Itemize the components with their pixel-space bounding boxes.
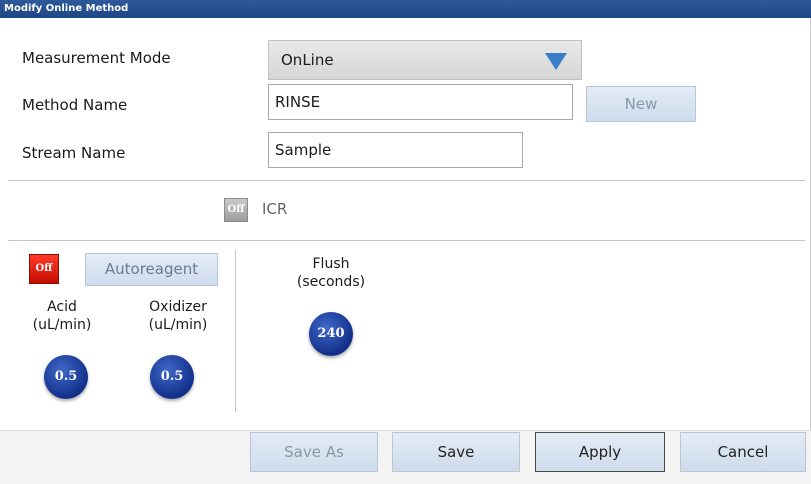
- stream-name-input[interactable]: Sample: [268, 132, 523, 168]
- apply-button[interactable]: Apply: [535, 432, 665, 472]
- icr-toggle[interactable]: Off: [224, 198, 248, 222]
- flush-label-line2: (seconds): [296, 274, 366, 290]
- method-name-input[interactable]: RINSE: [268, 84, 573, 120]
- new-button[interactable]: New: [586, 86, 696, 122]
- oxidizer-value-button[interactable]: 0.5: [150, 355, 194, 399]
- section-divider: [235, 250, 236, 412]
- icr-label: ICR: [262, 200, 288, 218]
- acid-label-line1: Acid: [47, 299, 77, 315]
- modify-online-method-window: Modify Online Method Measurement Mode On…: [0, 0, 811, 484]
- measurement-mode-dropdown[interactable]: OnLine: [268, 40, 582, 80]
- measurement-mode-value: OnLine: [281, 51, 334, 69]
- autoreagent-button[interactable]: Autoreagent: [85, 253, 218, 286]
- divider: [8, 240, 805, 241]
- stream-name-label: Stream Name: [22, 144, 126, 162]
- flush-value-button[interactable]: 240: [309, 312, 353, 356]
- measurement-mode-label: Measurement Mode: [22, 49, 171, 67]
- cancel-button[interactable]: Cancel: [680, 432, 806, 472]
- oxidizer-label-line2: (uL/min): [148, 317, 208, 333]
- flush-label-line1: Flush: [312, 256, 350, 272]
- autoreagent-toggle[interactable]: Off: [29, 254, 59, 284]
- oxidizer-label-line1: Oxidizer: [149, 299, 207, 315]
- dropdown-arrow-icon[interactable]: [545, 53, 567, 70]
- window-title: Modify Online Method: [0, 0, 811, 18]
- divider: [8, 180, 805, 181]
- save-button[interactable]: Save: [392, 432, 520, 472]
- acid-value-button[interactable]: 0.5: [44, 355, 88, 399]
- save-as-button[interactable]: Save As: [250, 432, 378, 472]
- method-name-label: Method Name: [22, 96, 128, 114]
- acid-label-line2: (uL/min): [32, 317, 92, 333]
